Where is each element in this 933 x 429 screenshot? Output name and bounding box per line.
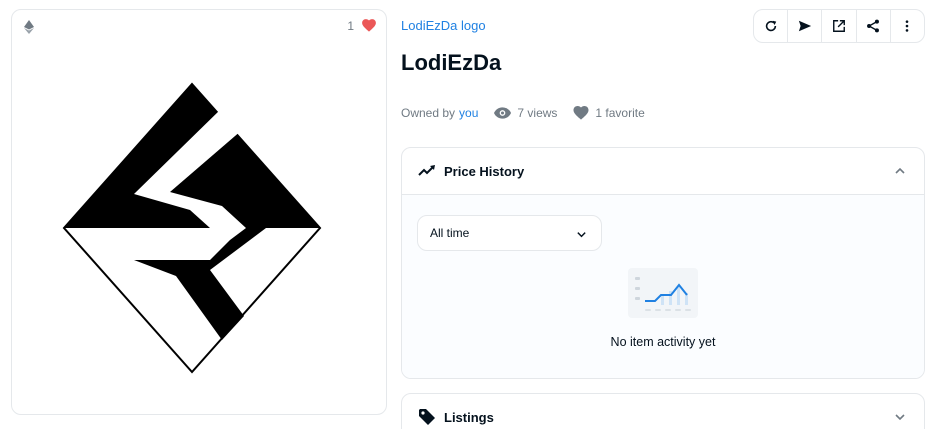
price-history-header[interactable]: Price History (402, 148, 924, 194)
share-icon (867, 19, 880, 33)
listings-title: Listings (444, 409, 494, 425)
heart-icon[interactable] (362, 19, 376, 32)
chevron-up-icon (895, 167, 905, 174)
refresh-button[interactable] (754, 10, 789, 42)
favorites-label: 1 favorite (595, 106, 645, 120)
price-history-panel: Price History All time No item activity … (401, 147, 925, 379)
favorite-count: 1 (347, 19, 354, 33)
owner-link[interactable]: you (459, 106, 478, 120)
collection-link[interactable]: LodiEzDa logo (401, 18, 486, 33)
eye-icon (494, 107, 512, 119)
trending-icon (418, 165, 435, 176)
price-history-body: All time No item activity yet (402, 194, 924, 378)
asset-image-card: 1 (11, 9, 387, 415)
asset-artwork (62, 82, 322, 374)
ethereum-icon (24, 20, 34, 34)
listings-header[interactable]: Listings (402, 394, 924, 429)
chevron-down-icon (895, 414, 905, 421)
refresh-icon (765, 20, 776, 32)
tag-icon (419, 409, 435, 425)
price-history-title: Price History (444, 163, 525, 179)
asset-title: LodiEzDa (401, 50, 502, 75)
share-button[interactable] (857, 10, 891, 42)
time-range-value: All time (430, 226, 470, 240)
owned-by-label: Owned by (401, 106, 456, 120)
time-range-select[interactable]: All time (417, 215, 602, 251)
favorites-count: 1 favorite (573, 106, 645, 120)
empty-chart-illustration (628, 268, 698, 318)
asset-toolbar (753, 9, 925, 43)
more-options-button[interactable] (891, 10, 924, 42)
open-external-button[interactable] (822, 10, 857, 42)
send-icon (798, 20, 811, 32)
asset-meta: Owned by you 7 views 1 favorite (401, 106, 645, 120)
empty-activity-text: No item activity yet (610, 335, 716, 349)
transfer-button[interactable] (788, 10, 823, 42)
more-icon (906, 20, 909, 32)
chevron-down-icon (577, 232, 586, 238)
heart-icon (573, 106, 589, 120)
listings-panel: Listings (401, 393, 925, 429)
views-label: 7 views (517, 106, 558, 120)
external-link-icon (833, 20, 845, 32)
views-count: 7 views (494, 106, 557, 120)
